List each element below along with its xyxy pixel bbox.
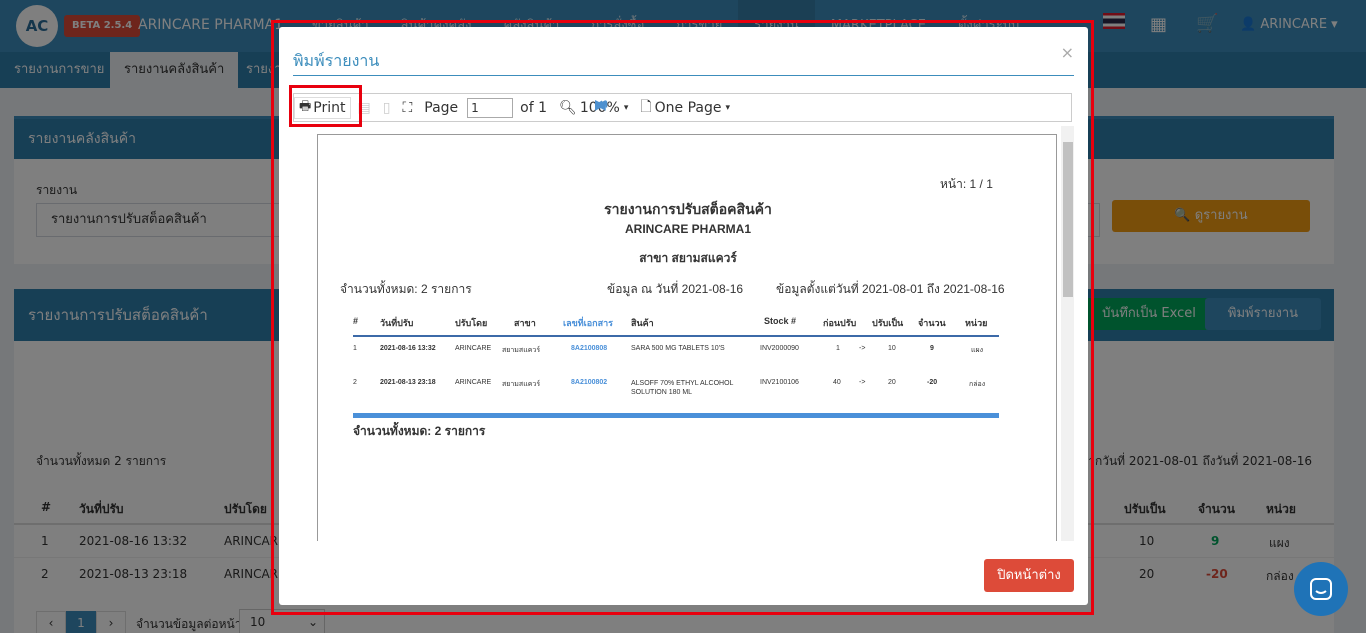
- close-window-button[interactable]: ปิดหน้าต่าง: [984, 559, 1074, 592]
- rpt-col-branch: สาขา: [514, 318, 536, 328]
- find-binoculars-icon[interactable]: ⛶: [397, 97, 417, 119]
- rpt-r1-qty: 9: [930, 345, 934, 352]
- rpt-r2-after: 20: [888, 379, 896, 386]
- rpt-r2-stock: INV2100106: [760, 379, 799, 386]
- rpt-r2-branch: สยามสแควร์: [502, 381, 541, 388]
- clipboard-icon[interactable]: ▯: [378, 97, 396, 119]
- report-footer-rule: [353, 413, 999, 418]
- rpt-r2-unit: กล่อง: [969, 381, 986, 388]
- report-company: ARINCARE PHARMA1: [624, 222, 751, 236]
- report-data-date: ข้อมูล ณ วันที่ 2021-08-16: [607, 282, 744, 296]
- report-branch: สาขา สยามสแควร์: [639, 251, 737, 265]
- rpt-r2-no: 2: [353, 379, 357, 386]
- rpt-r1-unit: แผง: [971, 347, 984, 354]
- report-viewer-toolbar: 🖶 Print ▤ ▯ ⛶ ⏮ ◀ Page 1 of 1 ▶ ⏭ 🔍︎ 100% ▾…: [293, 93, 1072, 122]
- rpt-col-qty: จำนวน: [918, 318, 946, 328]
- rpt-col-product: สินค้า: [631, 318, 654, 328]
- report-page: หน้า: 1 / 1 รายงานการปรับสต็อคสินค้า ARI…: [317, 134, 1057, 541]
- rpt-r2-by: ARINCARE: [455, 379, 492, 386]
- report-viewer[interactable]: หน้า: 1 / 1 รายงานการปรับสต็อคสินค้า ARI…: [303, 126, 1072, 541]
- rpt-r1-before: 1: [836, 345, 840, 352]
- chat-icon: [1310, 578, 1332, 600]
- modal-title-divider: [293, 75, 1074, 76]
- report-data-range: ข้อมูลตั้งแต่วันที่ 2021-08-01 ถึง 2021-…: [776, 282, 1005, 296]
- rpt-r1-product: SARA 500 MG TABLETS 10'S: [631, 345, 725, 352]
- rpt-r1-arrow: ->: [859, 345, 866, 352]
- report-footer-count: จำนวนทั้งหมด: 2 รายการ: [353, 424, 486, 438]
- rpt-r1-by: ARINCARE: [455, 345, 492, 352]
- report-count: จำนวนทั้งหมด: 2 รายการ: [340, 282, 472, 296]
- rpt-r2-product: ALSOFF 70% ETHYL ALCOHOL SOLUTION 180 ML: [631, 380, 734, 396]
- rpt-col-before: ก่อนปรับ: [823, 318, 857, 328]
- rpt-r1-branch: สยามสแควร์: [502, 347, 541, 354]
- highlight-frame-print: [289, 85, 362, 127]
- rpt-col-doc: เลขที่เอกสาร: [563, 318, 613, 328]
- view-mode-select[interactable]: 🗋 One Page ▾: [635, 97, 735, 119]
- page-number-input[interactable]: 1: [467, 97, 514, 118]
- rpt-col-stock: Stock #: [764, 316, 797, 326]
- rpt-col-unit: หน่วย: [965, 318, 988, 328]
- rpt-r1-stock: INV2000090: [760, 345, 799, 352]
- rpt-r1-no: 1: [353, 345, 357, 352]
- close-icon[interactable]: ×: [1061, 43, 1074, 62]
- page-label: Page: [424, 99, 459, 116]
- rpt-col-after: ปรับเป็น: [872, 318, 904, 328]
- report-header-rule: [353, 335, 999, 337]
- rpt-r2-doc: 8A2100802: [571, 379, 608, 386]
- report-page-number: หน้า: 1 / 1: [940, 177, 993, 191]
- page-of-label: of 1: [520, 99, 548, 116]
- viewer-scrollbar-thumb[interactable]: [1063, 142, 1073, 297]
- rpt-r1-doc: 8A2100808: [571, 345, 608, 352]
- rpt-r2-before: 40: [833, 379, 841, 386]
- last-page-icon[interactable]: ⏭: [590, 94, 613, 116]
- rpt-col-by: ปรับโดย: [455, 318, 488, 328]
- rpt-r1-after: 10: [888, 345, 896, 352]
- report-title: รายงานการปรับสต็อคสินค้า: [604, 201, 772, 217]
- rpt-col-date: วันที่ปรับ: [380, 318, 414, 328]
- rpt-r2-qty: -20: [927, 379, 938, 386]
- rpt-col-no: #: [353, 316, 359, 326]
- rpt-r2-arrow: ->: [859, 379, 866, 386]
- chat-launcher[interactable]: [1294, 562, 1348, 616]
- page-view-icon: 🗋: [640, 98, 652, 115]
- rpt-r1-date: 2021-08-16 13:32: [380, 345, 436, 352]
- modal-title: พิมพ์รายงาน: [293, 51, 380, 70]
- zoom-magnifier-icon: 🔍︎: [559, 99, 577, 116]
- print-modal: พิมพ์รายงาน × 🖶 Print ▤ ▯ ⛶ ⏮ ◀ Page 1 of…: [279, 27, 1088, 605]
- rpt-r2-date: 2021-08-13 23:18: [380, 379, 436, 386]
